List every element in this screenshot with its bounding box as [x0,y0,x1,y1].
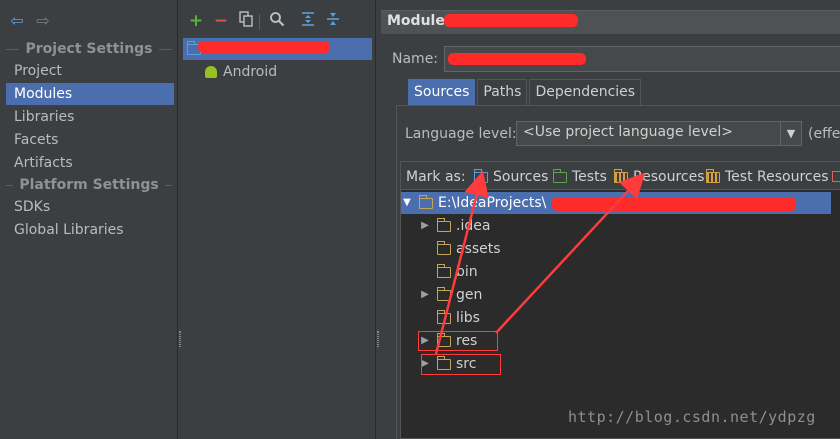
mark-as-sources-button[interactable]: Sources [473,168,548,185]
resources-folder-icon [613,168,628,183]
sources-folder-icon [473,168,488,183]
redacted-root-path [552,197,796,211]
tree-item-gen[interactable]: ▶ gen [419,284,482,306]
annotation-box-res [418,331,498,351]
module-header-title: Module [387,13,445,29]
language-level-value: <Use project language level> [523,124,734,140]
settings-sidebar: ⇦ ⇨ Project Settings Project Modules Lib… [0,0,178,439]
sidebar-item-project[interactable]: Project [6,60,174,82]
sidebar-item-libraries[interactable]: Libraries [6,106,174,128]
tree-item-idea[interactable]: ▶ .idea [419,215,490,237]
module-tree-label: Android [223,64,278,80]
name-label: Name: [392,51,439,67]
right-splitter[interactable] [375,0,380,439]
sidebar-item-facets[interactable]: Facets [6,129,174,151]
sidebar-item-modules[interactable]: Modules [6,83,174,105]
android-icon [205,66,217,78]
remove-icon[interactable]: − [212,11,230,31]
chevron-down-icon[interactable]: ▼ [780,122,801,145]
redacted-header-name [444,14,578,27]
language-level-suffix: (effe [808,126,840,142]
mark-as-label: Mark as: [406,169,466,185]
collapsed-triangle-icon[interactable]: ▶ [419,284,431,306]
expand-all-icon[interactable] [299,11,317,31]
test-resources-folder-icon [705,168,720,183]
back-arrow-icon[interactable]: ⇦ [8,12,26,30]
collapse-all-icon[interactable] [324,11,342,31]
language-level-label: Language level: [405,126,517,142]
folder-icon [436,286,451,301]
forward-arrow-icon[interactable]: ⇨ [34,12,52,30]
mark-as-test-resources-button[interactable]: Test Resources [705,168,829,185]
sidebar-item-global-libraries[interactable]: Global Libraries [6,219,174,241]
mark-as-resources-button[interactable]: Resources [613,168,705,185]
collapsed-triangle-icon[interactable]: ▶ [419,215,431,237]
module-tree-item-android[interactable]: Android [205,61,277,83]
excluded-folder-icon[interactable] [832,171,840,182]
sidebar-item-artifacts[interactable]: Artifacts [6,152,174,174]
platform-settings-header: Platform Settings [6,176,173,194]
watermark-text: http://blog.csdn.net/ydpzg [568,408,816,426]
tab-dependencies[interactable]: Dependencies [529,79,642,105]
folder-icon [436,263,451,278]
folder-icon [436,309,451,324]
toolbar-separator [259,14,260,30]
tab-sources[interactable]: Sources [408,79,476,105]
tree-item-bin[interactable]: bin [436,261,478,283]
mark-as-tests-button[interactable]: Tests [552,168,607,185]
find-icon[interactable] [268,11,286,31]
redacted-module-name [198,41,330,53]
tests-folder-icon [552,168,567,183]
folder-icon [418,194,433,209]
tree-item-assets[interactable]: assets [436,238,501,260]
editor-tabs: Sources Paths Dependencies [408,79,643,105]
expanded-triangle-icon[interactable]: ▼ [401,192,413,214]
tree-item-libs[interactable]: libs [436,307,480,329]
tab-paths[interactable]: Paths [477,79,528,105]
redacted-name-value [448,53,586,65]
folder-icon [436,217,451,232]
project-settings-header: Project Settings [6,40,172,58]
folder-icon [436,240,451,255]
sidebar-item-sdks[interactable]: SDKs [6,196,174,218]
add-icon[interactable]: + [187,11,205,31]
annotation-box-src [421,354,501,375]
copy-icon[interactable] [237,11,255,31]
